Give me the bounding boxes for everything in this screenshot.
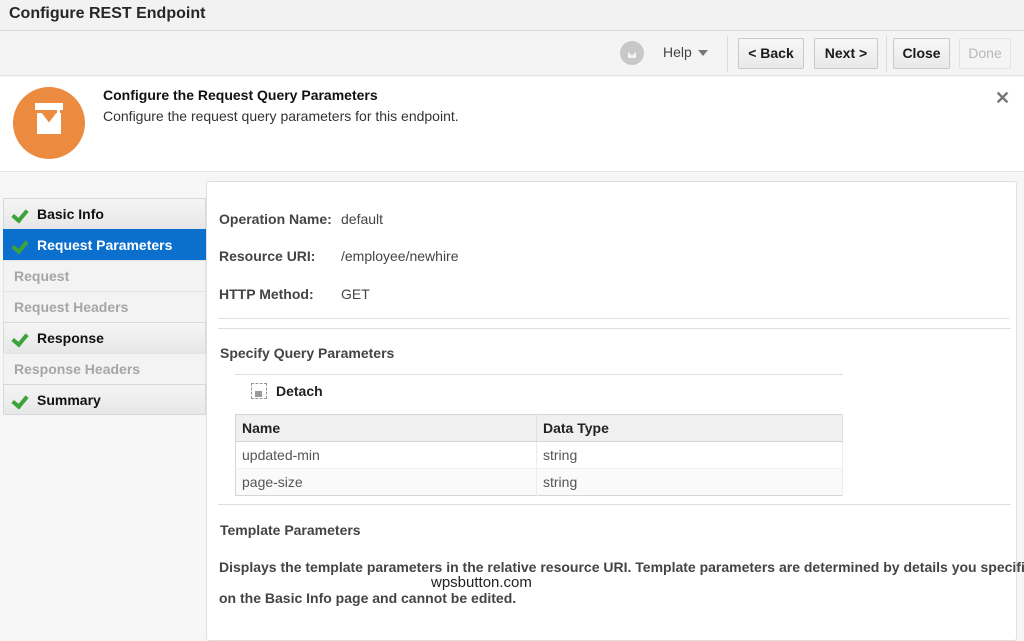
close-button[interactable]: Close [893,38,950,69]
next-button[interactable]: Next > [814,38,878,69]
query-params-title: Specify Query Parameters [220,345,395,361]
step-title: Configure the Request Query Parameters [103,87,378,103]
chevron-down-icon [697,50,708,57]
table-row[interactable]: page-size string [235,468,843,496]
operation-name-label: Operation Name: [219,211,332,227]
step-badge-icon [13,87,85,159]
column-header-data-type[interactable]: Data Type [536,414,843,442]
back-button[interactable]: < Back [738,38,804,69]
template-params-description: Displays the template parameters in the … [219,559,1024,575]
main-panel: Operation Name: default Resource URI: /e… [206,181,1024,641]
resource-uri-label: Resource URI: [219,248,316,264]
detach-icon [251,383,267,399]
nav-item-request: Request [3,260,206,291]
nav-item-basic-info[interactable]: Basic Info [3,198,206,229]
resource-uri-value: /employee/newhire [341,248,459,264]
http-method-label: HTTP Method: [219,286,314,302]
divider [235,374,843,375]
done-button: Done [959,38,1011,69]
toolbar-divider [886,36,887,72]
detach-button[interactable]: Detach [251,383,323,399]
nav-item-request-parameters[interactable]: Request Parameters [3,229,206,260]
check-icon [13,330,29,346]
query-params-table: Name Data Type updated-min string page-s… [235,414,843,496]
divider [218,328,1011,329]
http-method-value: GET [341,286,370,302]
param-name: page-size [235,468,537,496]
template-params-description-cont: on the Basic Info page and cannot be edi… [219,590,517,606]
divider [218,504,1011,505]
table-row[interactable]: updated-min string [235,441,843,469]
divider [218,318,1009,319]
nav-item-response[interactable]: Response [3,322,206,353]
check-icon [13,392,29,408]
toolbar-divider [727,36,728,72]
step-header: Configure the Request Query Parameters C… [0,77,1024,172]
wizard-nav: Basic Info Request Parameters Request Re… [3,198,206,415]
column-header-name[interactable]: Name [235,414,537,442]
step-description: Configure the request query parameters f… [103,108,459,124]
template-params-title: Template Parameters [220,522,361,538]
param-type: string [536,441,843,469]
user-icon[interactable] [620,41,644,65]
nav-item-response-headers: Response Headers [3,353,206,384]
check-icon [13,237,29,253]
window-titlebar: Configure REST Endpoint [0,0,1024,31]
watermark-text: wpsbutton.com [431,574,532,591]
help-menu[interactable]: Help [663,44,708,60]
help-label: Help [663,44,692,60]
nav-item-request-headers: Request Headers [3,291,206,322]
check-icon [13,206,29,222]
nav-item-summary[interactable]: Summary [3,384,206,415]
operation-name-value: default [341,211,384,227]
close-icon[interactable]: ✕ [995,88,1010,109]
window-title: Configure REST Endpoint [9,5,206,22]
param-type: string [536,468,843,496]
param-name: updated-min [235,441,537,469]
